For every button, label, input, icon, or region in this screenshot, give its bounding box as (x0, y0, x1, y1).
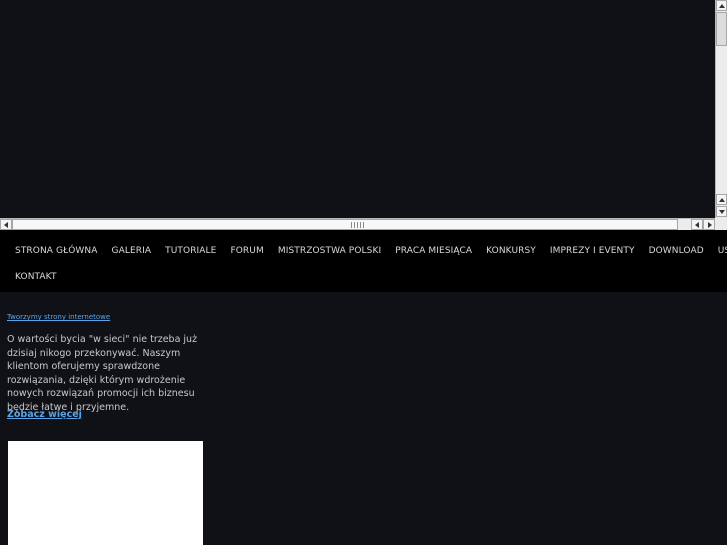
arrow-left-icon (695, 222, 699, 228)
horizontal-scrollbar[interactable] (0, 218, 715, 230)
arrow-right-icon (708, 222, 712, 228)
nav-item-contact[interactable]: KONTAKT (8, 272, 64, 282)
nav-item-work-of-month[interactable]: PRACA MIESIĄCA (388, 246, 479, 256)
scroll-left-button[interactable] (0, 219, 12, 230)
arrow-up-icon (719, 198, 725, 202)
nav-item-download[interactable]: DOWNLOAD (642, 246, 711, 256)
scroll-down-button-2[interactable] (716, 206, 727, 217)
arrow-up-icon (719, 4, 725, 8)
scroll-up-button[interactable] (716, 0, 727, 11)
nav-item-gallery[interactable]: GALERIA (105, 246, 159, 256)
promo-text: O wartości bycia "w sieci" nie trzeba ju… (7, 334, 198, 413)
nav-item-services[interactable]: USŁUGI (711, 246, 727, 256)
vertical-scroll-thumb[interactable] (716, 12, 727, 46)
see-more-link[interactable]: Zobacz więcej (7, 409, 82, 420)
arrow-left-icon (4, 222, 8, 228)
nav-item-tutorials[interactable]: TUTORIALE (158, 246, 223, 256)
scroll-right-button[interactable] (703, 219, 715, 230)
scroll-down-button[interactable] (716, 194, 727, 205)
scrollbar-corner (715, 218, 727, 230)
arrow-down-icon (719, 210, 725, 214)
embedded-frame (0, 0, 727, 230)
main-content: Tworzymy strony internetowe O wartości b… (0, 292, 727, 545)
scroll-grip-icon (351, 222, 365, 228)
vertical-scrollbar[interactable] (715, 0, 727, 218)
scroll-left-button-2[interactable] (691, 219, 703, 230)
horizontal-scroll-thumb[interactable] (12, 219, 678, 230)
main-navigation: STRONA GŁÓWNA GALERIA TUTORIALE FORUM MI… (0, 230, 727, 292)
nav-item-forum[interactable]: FORUM (223, 246, 270, 256)
nav-item-contests[interactable]: KONKURSY (479, 246, 543, 256)
nav-row-1: STRONA GŁÓWNA GALERIA TUTORIALE FORUM MI… (8, 238, 727, 264)
promo-title-link[interactable]: Tworzymy strony internetowe (7, 313, 110, 321)
nav-item-events[interactable]: IMPREZY I EVENTY (543, 246, 642, 256)
nav-item-championships[interactable]: MISTRZOSTWA POLSKI (271, 246, 388, 256)
banner-placeholder (8, 441, 203, 545)
nav-item-home[interactable]: STRONA GŁÓWNA (8, 246, 105, 256)
nav-row-2: KONTAKT (8, 264, 64, 290)
